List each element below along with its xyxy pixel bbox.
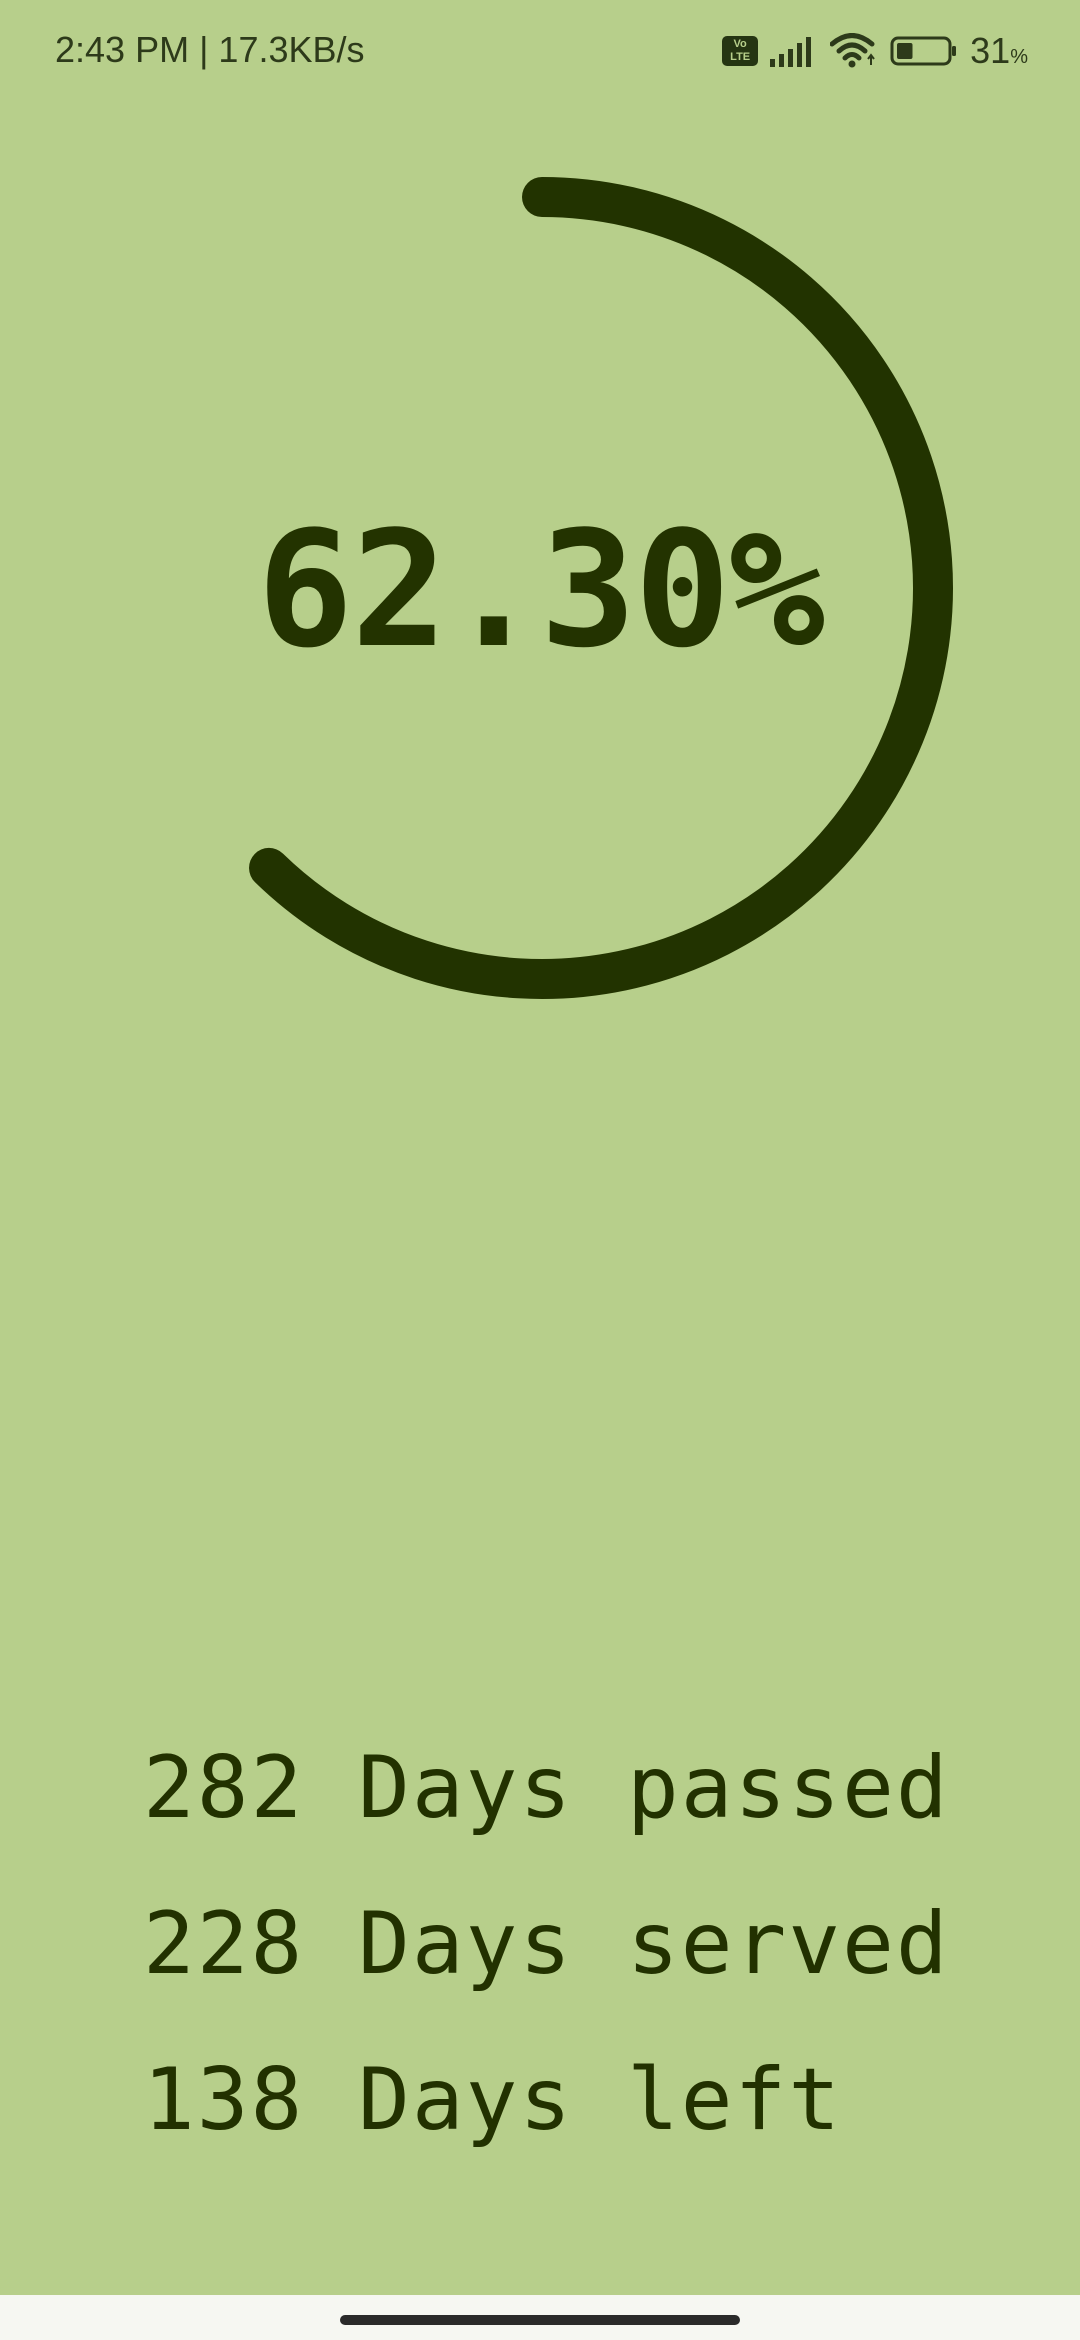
progress-percentage: 62.30%: [257, 496, 825, 683]
home-indicator[interactable]: [340, 2315, 740, 2325]
progress-ring-container: 62.30%: [0, 0, 1080, 1100]
app-screen: 2:43 PM | 17.3KB/s Vo LTE 31% 62.30% 282…: [0, 0, 1080, 2340]
stats-list: 282 Days passed 228 Days served 138 Days…: [143, 1710, 950, 2178]
days-served-text: 228 Days served: [143, 1894, 950, 1994]
days-passed-text: 282 Days passed: [143, 1738, 950, 1838]
navigation-bar: [0, 2295, 1080, 2340]
days-left-text: 138 Days left: [143, 2050, 843, 2150]
